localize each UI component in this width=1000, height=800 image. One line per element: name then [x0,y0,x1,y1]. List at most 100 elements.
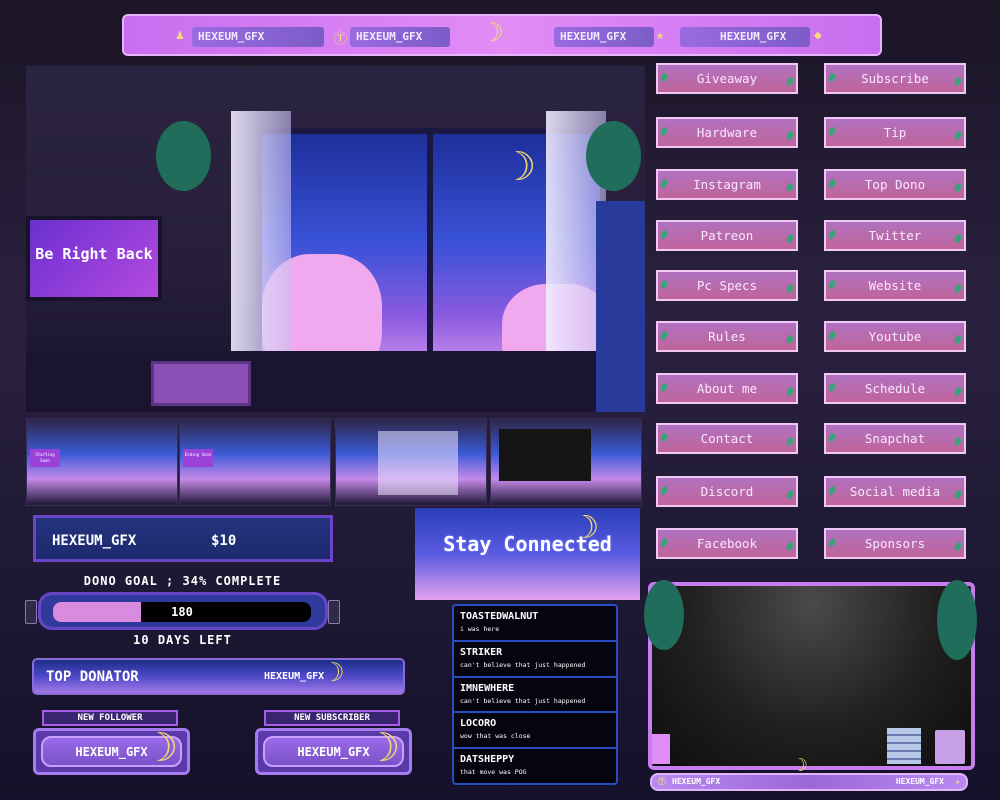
days-left: 10 DAYS LEFT [133,633,232,647]
leaf-icon [659,537,669,548]
panel-snapchat[interactable]: Snapchat [824,423,966,454]
person-icon: ♟ [176,28,184,43]
leaf-icon [659,485,669,496]
chat-text: wow that was close [460,732,531,741]
leaf-icon [659,72,669,83]
panel-social-media[interactable]: Social media [824,476,966,507]
star-icon: ★ [955,777,960,786]
pencil-cup-icon [652,734,670,764]
book-stack-icon [887,728,921,764]
webcam-label-left: HEXEUM_GFX [672,777,721,786]
new-follower-label: NEW FOLLOWER [42,710,178,726]
panel-youtube[interactable]: Youtube [824,321,966,352]
panel-discord[interactable]: Discord [656,476,798,507]
new-subscriber-alert: HEXEUM_GFX ☽ [255,725,412,775]
chat-username: STRIKER [460,646,503,658]
leaf-icon [953,283,963,294]
chat-username: DATSHEPPY [460,754,515,766]
top-bar-slot: HEXEUM_GFX [680,27,810,47]
leaf-icon [953,182,963,193]
leaf-icon [785,130,795,141]
panel-sponsors[interactable]: Sponsors [824,528,966,559]
crescent-moon-icon: ☽ [376,725,401,771]
leaf-icon [953,334,963,345]
panel-patreon[interactable]: Patreon [656,220,798,251]
curtain-left [231,111,291,361]
panel-website[interactable]: Website [824,270,966,301]
scene-thumbnail-starting: Starting Soon [26,418,178,506]
leaf-icon [827,126,837,137]
top-bar-slot: HEXEUM_GFX [350,27,450,47]
leaf-icon [659,279,669,290]
chat-box: TOASTEDWALNUT i was here STRIKER can't beli… [452,604,618,785]
panel-about-me[interactable]: About me [656,373,798,404]
panel-rules[interactable]: Rules [656,321,798,352]
webcam-bottom-bar: Ⓣ HEXEUM_GFX ☽ HEXEUM_GFX ★ [650,757,968,791]
chat-username: IMNEWHERE [460,682,515,694]
new-subscriber-label: NEW SUBSCRIBER [264,710,400,726]
chat-message: STRIKER can't believe that just happened [454,642,616,678]
speaker-icon [328,600,340,624]
leaf-icon [785,283,795,294]
mug-icon [935,730,965,764]
leaf-icon [785,334,795,345]
webcam-frame [644,580,977,770]
coin-icon: Ⓣ [334,32,348,47]
chat-username: LOCORO [460,718,497,730]
leaf-icon [785,489,795,500]
diamond-icon: ◆ [814,28,822,43]
panel-top-dono[interactable]: Top Dono [824,169,966,200]
panel-giveaway[interactable]: Giveaway [656,63,798,94]
leaf-icon [953,76,963,87]
stay-connected-scene: ☽ Stay Connected [415,508,640,600]
panel-schedule[interactable]: Schedule [824,373,966,404]
leaf-icon [827,330,837,341]
leaf-icon [785,541,795,552]
panel-twitter[interactable]: Twitter [824,220,966,251]
leaf-icon [827,279,837,290]
leaf-icon [785,182,795,193]
thumbnail-screen-text: Ending Soon [183,449,213,467]
leaf-icon [827,432,837,443]
new-follower-alert: HEXEUM_GFX ☽ [33,725,190,775]
dono-goal-title: DONO GOAL ; 34% COMPLETE [83,574,282,588]
crescent-moon-icon: ☽ [329,658,345,688]
leaf-icon [659,178,669,189]
leaf-icon [827,537,837,548]
leaf-icon [659,382,669,393]
star-icon: ★ [656,28,664,43]
leaf-icon [827,72,837,83]
leaf-icon [953,130,963,141]
webcam-label-right: HEXEUM_GFX [895,777,944,786]
donor-name: HEXEUM_GFX [52,533,137,549]
leaf-icon [785,386,795,397]
chat-username: TOASTEDWALNUT [460,611,539,622]
crescent-moon-icon: ☽ [512,144,537,190]
panel-instagram[interactable]: Instagram [656,169,798,200]
crescent-moon-icon: ☽ [154,725,179,771]
leaf-icon [827,229,837,240]
chat-text: can't believe that just happened [460,696,586,705]
chat-message: LOCORO wow that was close [454,713,616,750]
leaf-icon [953,541,963,552]
leaf-icon [953,489,963,500]
goal-value: 180 [171,605,193,619]
chat-text: i was here [460,625,500,633]
panel-facebook[interactable]: Facebook [656,528,798,559]
chat-text: that move was POG [460,768,527,777]
leaf-icon [659,126,669,137]
panel-pc-specs[interactable]: Pc Specs [656,270,798,301]
thumbnail-screen-text: Starting Soon [30,449,60,467]
panel-hardware[interactable]: Hardware [656,117,798,148]
panel-contact[interactable]: Contact [656,423,798,454]
bookshelf [596,201,645,412]
panel-tip[interactable]: Tip [824,117,966,148]
leaf-icon [659,432,669,443]
top-bar-slot: HEXEUM_GFX [192,27,324,47]
top-info-bar: ♟ HEXEUM_GFX Ⓣ HEXEUM_GFX ☽ HEXEUM_GFX ★… [122,14,882,56]
stay-connected-text: Stay Connected [443,532,612,556]
chat-message: DATSHEPPY that move was POG [454,749,616,785]
chat-message: TOASTEDWALNUT i was here [454,606,616,642]
panel-subscribe[interactable]: Subscribe [824,63,966,94]
dono-goal-bar: 180 [38,592,328,630]
